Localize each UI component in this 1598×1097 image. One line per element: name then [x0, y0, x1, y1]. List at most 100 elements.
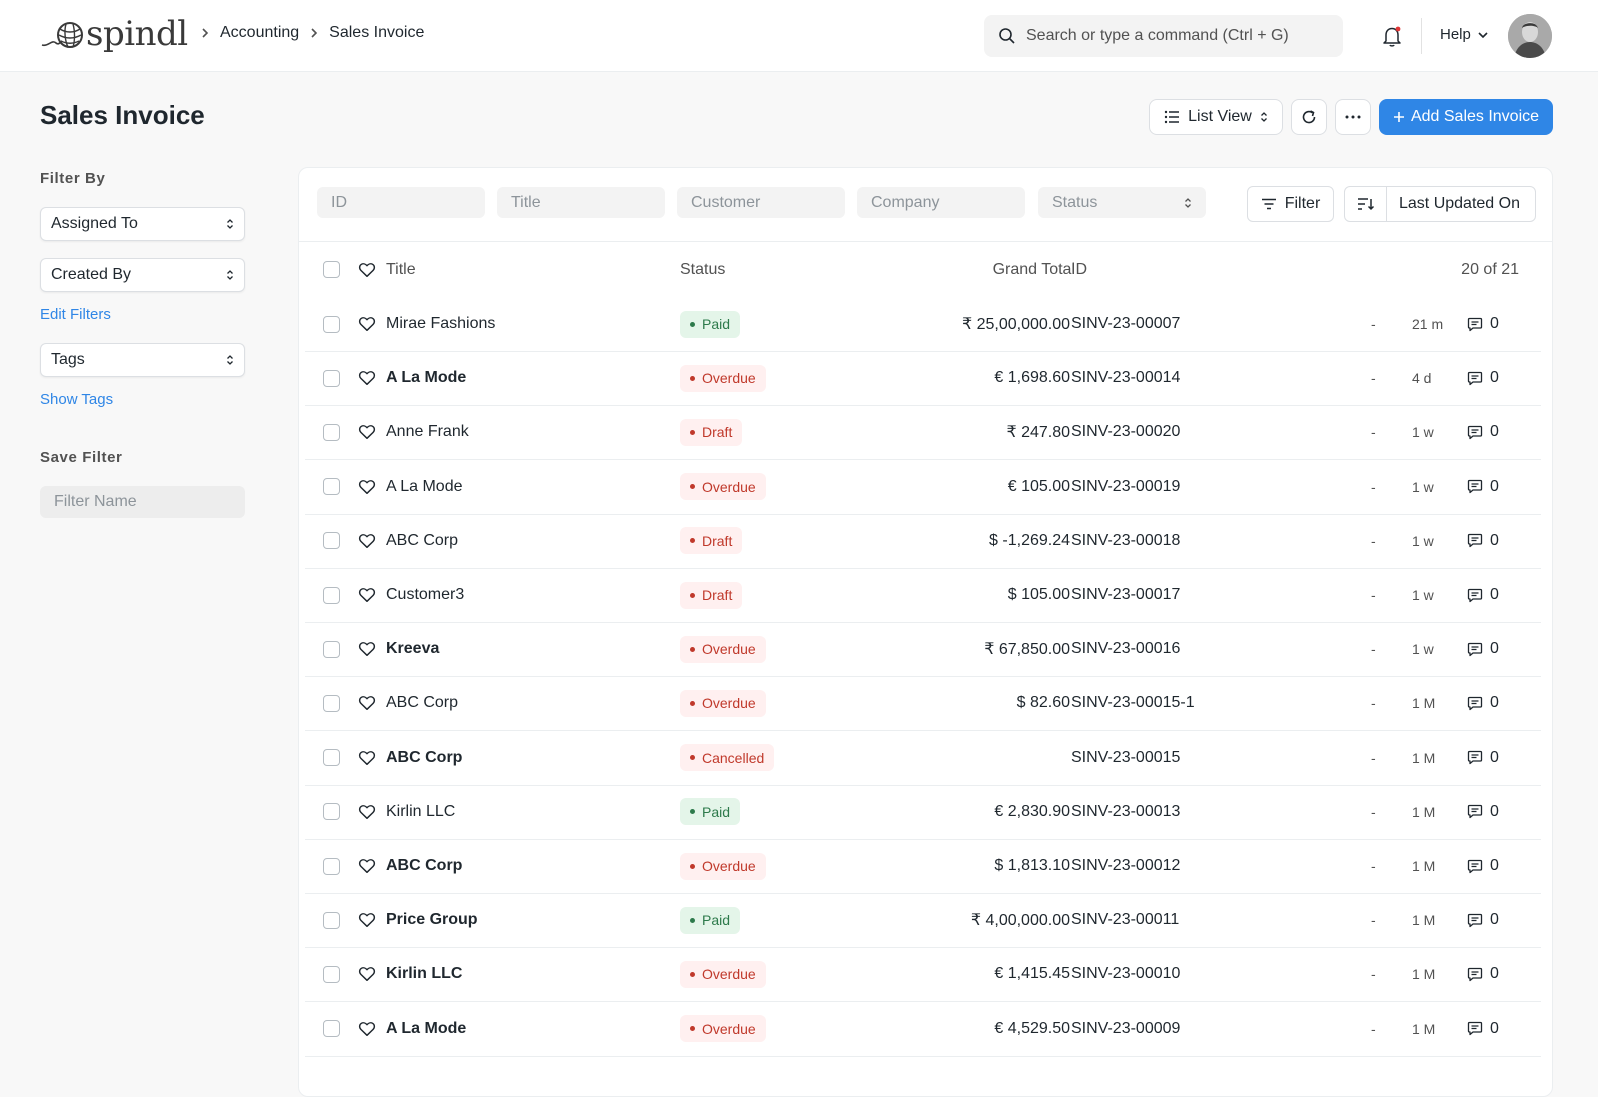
- row-checkbox[interactable]: [323, 586, 340, 604]
- assigned-to-select[interactable]: Assigned To: [40, 207, 245, 241]
- row-checkbox[interactable]: [323, 965, 340, 983]
- row-checkbox[interactable]: [323, 694, 340, 712]
- table-row[interactable]: A La Mode Overdue € 105.00 SINV-23-00019 - 1 …: [305, 460, 1541, 515]
- table-row[interactable]: Kirlin LLC Overdue € 1,415.45 SINV-23-00010…: [305, 947, 1541, 1003]
- heart-icon[interactable]: [358, 965, 376, 983]
- heart-icon[interactable]: [358, 315, 376, 333]
- created-by-select[interactable]: Created By: [40, 258, 245, 292]
- row-title[interactable]: A La Mode: [386, 1002, 466, 1056]
- table-row[interactable]: ABC Corp Draft $ -1,269.24 SINV-23-00018 - 1 …: [305, 514, 1541, 569]
- heart-icon[interactable]: [358, 532, 376, 550]
- help-dropdown[interactable]: Help: [1440, 26, 1489, 43]
- filter-button[interactable]: Filter: [1247, 186, 1334, 222]
- list-view-button[interactable]: List View: [1149, 99, 1283, 135]
- tags-select[interactable]: Tags: [40, 343, 245, 377]
- refresh-button[interactable]: [1291, 99, 1327, 135]
- row-title[interactable]: Kirlin LLC: [386, 785, 455, 839]
- show-tags-link[interactable]: Show Tags: [40, 391, 113, 408]
- heart-icon[interactable]: [358, 586, 376, 604]
- heart-icon[interactable]: [358, 803, 376, 821]
- table-row[interactable]: Kreeva Overdue ₹ 67,850.00 SINV-23-00016 - 1 …: [305, 622, 1541, 678]
- row-modified: 1 w: [1412, 641, 1434, 658]
- customer-filter-input[interactable]: [677, 187, 845, 218]
- heart-icon[interactable]: [358, 423, 376, 441]
- row-title[interactable]: Customer3: [386, 568, 464, 622]
- row-checkbox[interactable]: [323, 803, 340, 821]
- row-title[interactable]: ABC Corp: [386, 839, 462, 893]
- status-filter-select[interactable]: Status: [1038, 187, 1206, 218]
- row-comments[interactable]: 0: [1467, 785, 1499, 839]
- row-checkbox[interactable]: [323, 1020, 340, 1038]
- row-checkbox[interactable]: [323, 315, 340, 333]
- table-row[interactable]: Customer3 Draft $ 105.00 SINV-23-00017 - 1 w 0: [305, 568, 1541, 623]
- add-sales-invoice-button[interactable]: Add Sales Invoice: [1379, 99, 1553, 135]
- more-button[interactable]: [1335, 99, 1371, 135]
- row-comments[interactable]: 0: [1467, 568, 1499, 622]
- heart-icon[interactable]: [358, 369, 376, 387]
- row-title[interactable]: ABC Corp: [386, 731, 462, 785]
- sort-control[interactable]: Last Updated On: [1344, 186, 1536, 222]
- row-title[interactable]: ABC Corp: [386, 676, 458, 730]
- heart-icon[interactable]: [358, 694, 376, 712]
- heart-icon[interactable]: [358, 857, 376, 875]
- app-logo[interactable]: spindl: [40, 14, 188, 54]
- search-input[interactable]: [1026, 27, 1326, 45]
- row-title[interactable]: Kreeva: [386, 622, 439, 676]
- row-title[interactable]: Anne Frank: [386, 405, 469, 459]
- row-checkbox[interactable]: [323, 532, 340, 550]
- row-checkbox[interactable]: [323, 478, 340, 496]
- table-row[interactable]: A La Mode Overdue € 1,698.60 SINV-23-00014 -…: [305, 351, 1541, 407]
- breadcrumb-sales-invoice[interactable]: Sales Invoice: [329, 24, 424, 42]
- table-row[interactable]: ABC Corp Cancelled SINV-23-00015 - 1 M 0: [305, 731, 1541, 786]
- bell-icon[interactable]: [1379, 23, 1405, 49]
- row-comments[interactable]: 0: [1467, 676, 1499, 730]
- table-row[interactable]: Price Group Paid ₹ 4,00,000.00 SINV-23-0001…: [305, 893, 1541, 949]
- select-all-checkbox[interactable]: [323, 261, 340, 278]
- row-checkbox[interactable]: [323, 857, 340, 875]
- table-row[interactable]: ABC Corp Overdue $ 1,813.10 SINV-23-00012 - 1…: [305, 839, 1541, 894]
- sort-field-label[interactable]: Last Updated On: [1387, 195, 1520, 213]
- row-comments[interactable]: 0: [1467, 893, 1499, 947]
- table-row[interactable]: A La Mode Overdue € 4,529.50 SINV-23-00009 -…: [305, 1002, 1541, 1057]
- row-checkbox[interactable]: [323, 749, 340, 767]
- table-row[interactable]: Kirlin LLC Paid € 2,830.90 SINV-23-00013 - 1 …: [305, 785, 1541, 840]
- heart-icon[interactable]: [358, 911, 376, 929]
- row-comments[interactable]: 0: [1467, 839, 1499, 893]
- row-comments[interactable]: 0: [1467, 622, 1499, 676]
- breadcrumb-accounting[interactable]: Accounting: [220, 24, 299, 42]
- table-row[interactable]: ABC Corp Overdue $ 82.60 SINV-23-00015-1 - 1 …: [305, 676, 1541, 732]
- table-row[interactable]: Anne Frank Draft ₹ 247.80 SINV-23-00020 - 1 w…: [305, 405, 1541, 461]
- avatar[interactable]: [1508, 14, 1552, 58]
- heart-icon[interactable]: [358, 640, 376, 658]
- row-checkbox[interactable]: [323, 911, 340, 929]
- filter-name-input[interactable]: [40, 486, 245, 518]
- row-title[interactable]: A La Mode: [386, 460, 463, 514]
- row-comments[interactable]: 0: [1467, 731, 1499, 785]
- row-comments[interactable]: 0: [1467, 947, 1499, 1001]
- search-bar[interactable]: [984, 15, 1343, 57]
- heart-icon[interactable]: [358, 749, 376, 767]
- row-title[interactable]: A La Mode: [386, 351, 466, 405]
- row-title[interactable]: Kirlin LLC: [386, 947, 462, 1001]
- heart-icon[interactable]: [358, 1020, 376, 1038]
- table-row[interactable]: Mirae Fashions Paid ₹ 25,00,000.00 SINV-23-…: [305, 297, 1541, 352]
- row-comments[interactable]: 0: [1467, 351, 1499, 405]
- row-checkbox[interactable]: [323, 423, 340, 441]
- row-title[interactable]: Mirae Fashions: [386, 297, 495, 351]
- row-comments[interactable]: 0: [1467, 405, 1499, 459]
- row-checkbox[interactable]: [323, 640, 340, 658]
- row-title[interactable]: ABC Corp: [386, 514, 458, 568]
- sort-direction-button[interactable]: [1345, 187, 1387, 221]
- row-comments[interactable]: 0: [1467, 297, 1499, 351]
- heart-icon[interactable]: [358, 478, 376, 496]
- row-checkbox[interactable]: [323, 369, 340, 387]
- row-comments[interactable]: 0: [1467, 460, 1499, 514]
- row-comments[interactable]: 0: [1467, 514, 1499, 568]
- title-filter-input[interactable]: [497, 187, 665, 218]
- edit-filters-link[interactable]: Edit Filters: [40, 306, 111, 323]
- row-title[interactable]: Price Group: [386, 893, 478, 947]
- company-filter-input[interactable]: [857, 187, 1025, 218]
- heart-icon[interactable]: [358, 261, 376, 279]
- id-filter-input[interactable]: [317, 187, 485, 218]
- row-comments[interactable]: 0: [1467, 1002, 1499, 1056]
